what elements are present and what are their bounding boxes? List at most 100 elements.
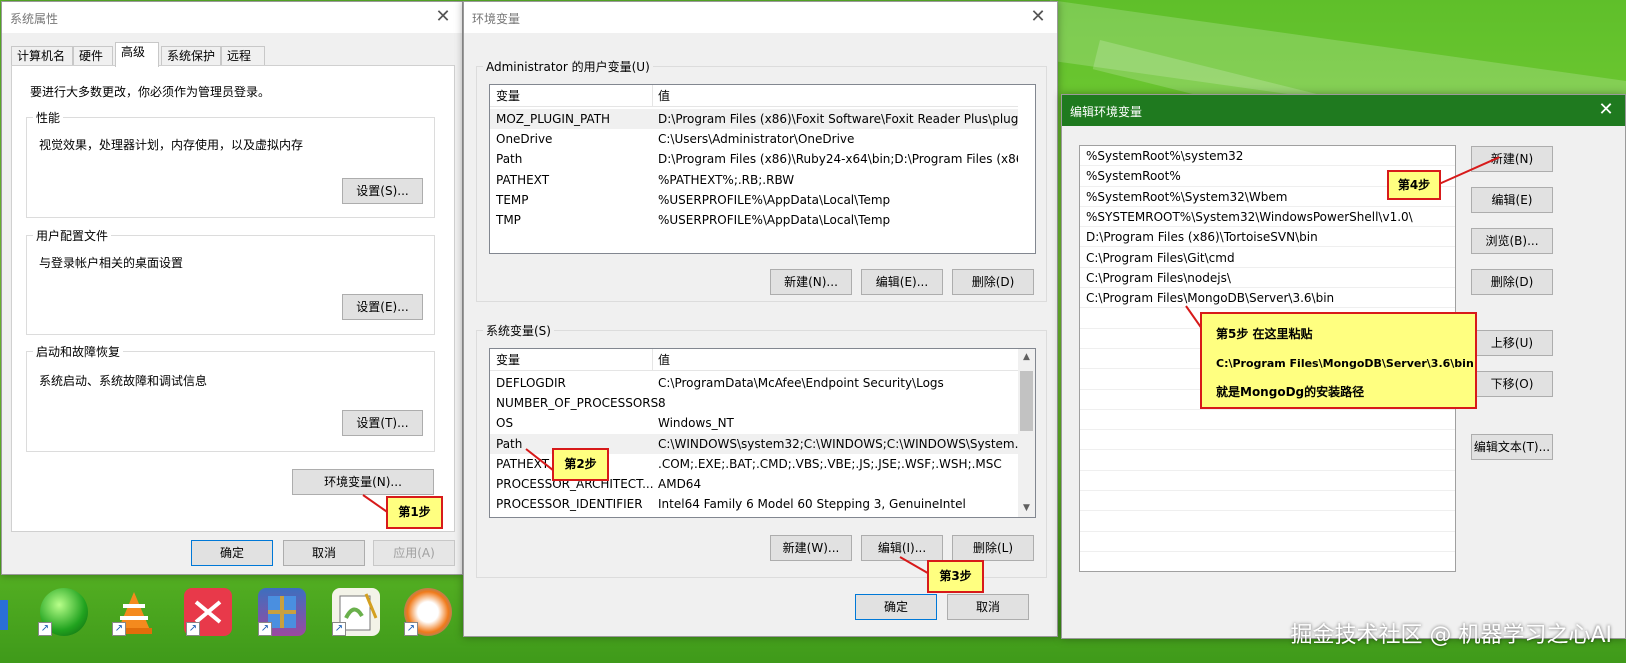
new-entry-button[interactable]: 新建(N) xyxy=(1471,146,1553,172)
table-row[interactable]: DEFLOGDIR C:\ProgramData\McAfee\Endpoint … xyxy=(490,373,1035,393)
move-down-button[interactable]: 下移(O) xyxy=(1471,371,1553,397)
user-new-button[interactable]: 新建(N)... xyxy=(770,269,852,295)
column-value[interactable]: 值 xyxy=(658,349,670,371)
variable-value: %PATHEXT%;.RB;.RBW xyxy=(658,172,795,187)
user-variables-list[interactable]: 变量 值 MOZ_PLUGIN_PATH D:\Program Files (x8… xyxy=(489,84,1036,254)
system-variables-list[interactable]: 变量 值 DEFLOGDIR C:\ProgramData\McAfee\Endp… xyxy=(489,348,1036,518)
table-row[interactable]: NUMBER_OF_PROCESSORS 8 xyxy=(490,393,1035,413)
variable-name: TEMP xyxy=(496,192,529,207)
list-item[interactable] xyxy=(1080,451,1455,471)
performance-group: 性能 视觉效果，处理器计划，内存使用，以及虚拟内存 设置(S)... xyxy=(26,109,435,218)
shortcut-arrow-icon: ↗ xyxy=(38,622,52,636)
edit-text-button[interactable]: 编辑文本(T)... xyxy=(1471,434,1553,460)
table-row[interactable]: PROCESSOR_IDENTIFIER Intel64 Family 6 Mod… xyxy=(490,494,1035,514)
table-row[interactable]: MOZ_PLUGIN_PATH D:\Program Files (x86)\Fo… xyxy=(490,109,1035,129)
step5-line1: 第5步 在这里粘贴 xyxy=(1216,327,1313,341)
variable-value: AMD64 xyxy=(658,477,702,491)
window-title: 编辑环境变量 xyxy=(1070,105,1143,119)
variable-name: PROCESSOR_IDENTIFIER xyxy=(496,497,643,512)
scroll-up-icon[interactable]: ▲ xyxy=(1018,349,1035,366)
table-row[interactable]: Path D:\Program Files (x86)\Ruby24-x64\bi… xyxy=(490,149,1035,169)
user-edit-button[interactable]: 编辑(E)... xyxy=(861,269,943,295)
list-item[interactable] xyxy=(1080,410,1455,431)
delete-entry-button[interactable]: 删除(D) xyxy=(1471,269,1553,295)
ok-button[interactable]: 确定 xyxy=(855,594,937,620)
user-delete-button[interactable]: 删除(D) xyxy=(952,269,1034,295)
variable-name: TMP xyxy=(496,213,521,227)
environment-variables-button[interactable]: 环境变量(N)... xyxy=(292,469,434,495)
variable-value: %USERPROFILE%\AppData\Local\Temp xyxy=(658,192,891,207)
browse-button[interactable]: 浏览(B)... xyxy=(1471,228,1553,254)
group-caption: 用户配置文件 xyxy=(33,227,112,244)
close-icon[interactable]: ✕ xyxy=(1027,6,1049,28)
list-item[interactable] xyxy=(1080,471,1455,492)
table-row[interactable]: OneDrive C:\Users\Administrator\OneDrive xyxy=(490,129,1035,149)
tab-computer-name[interactable]: 计算机名 xyxy=(11,46,73,66)
list-item[interactable] xyxy=(1080,491,1455,512)
variable-value: Windows_NT xyxy=(658,416,734,431)
table-row[interactable]: TMP %USERPROFILE%\AppData\Local\Temp xyxy=(490,210,1035,230)
titlebar: 系统属性 ✕ xyxy=(2,2,462,33)
scroll-down-icon[interactable]: ▼ xyxy=(1018,500,1035,517)
variable-value: D:\Program Files (x86)\Foxit Software\Fo… xyxy=(658,112,1034,126)
cancel-button[interactable]: 取消 xyxy=(283,540,365,566)
list-item[interactable] xyxy=(1080,511,1455,532)
variable-name: NUMBER_OF_PROCESSORS xyxy=(496,396,659,411)
titlebar: 编辑环境变量 ✕ xyxy=(1062,95,1625,126)
system-new-button[interactable]: 新建(W)... xyxy=(770,535,852,561)
vertical-scrollbar[interactable] xyxy=(1018,85,1035,253)
list-item[interactable]: C:\Program Files\nodejs\ xyxy=(1080,268,1455,289)
move-up-button[interactable]: 上移(U) xyxy=(1471,330,1553,356)
shortcut-arrow-icon: ↗ xyxy=(186,622,200,636)
list-item[interactable]: D:\Program Files (x86)\TortoiseSVN\bin xyxy=(1080,227,1455,248)
variable-value: C:\Users\Administrator\OneDrive xyxy=(658,132,855,147)
list-item[interactable] xyxy=(1080,532,1455,552)
step5-line3: 就是MongoDg的安装路径 xyxy=(1216,385,1365,399)
variable-value: 8 xyxy=(658,396,666,411)
performance-settings-button[interactable]: 设置(S)... xyxy=(342,178,423,204)
list-item[interactable]: C:\Program Files\MongoDB\Server\3.6\bin xyxy=(1080,288,1455,309)
close-icon[interactable]: ✕ xyxy=(432,6,454,28)
variable-value: C:\WINDOWS\system32;C:\WINDOWS;C:\WINDOW… xyxy=(658,436,1027,451)
window-title: 系统属性 xyxy=(10,12,59,26)
step5-callout: 第5步 在这里粘贴 C:\Program Files\MongoDB\Serve… xyxy=(1200,312,1477,409)
table-row[interactable]: PATHEXT %PATHEXT%;.RB;.RBW xyxy=(490,170,1035,190)
tab-hardware[interactable]: 硬件 xyxy=(73,46,113,66)
column-variable[interactable]: 变量 xyxy=(496,349,520,371)
column-value[interactable]: 值 xyxy=(658,85,670,107)
apply-button[interactable]: 应用(A) xyxy=(373,540,455,566)
startup-settings-button[interactable]: 设置(T)... xyxy=(342,410,423,436)
close-icon[interactable]: ✕ xyxy=(1595,99,1617,121)
ok-button[interactable]: 确定 xyxy=(191,540,273,566)
list-item[interactable]: %SystemRoot%\system32 xyxy=(1080,146,1455,167)
user-variables-group: Administrator 的用户变量(U) 变量 值 MOZ_PLUGIN_P… xyxy=(476,58,1047,302)
table-row[interactable]: TEMP %USERPROFILE%\AppData\Local\Temp xyxy=(490,190,1035,210)
edit-entry-button[interactable]: 编辑(E) xyxy=(1471,187,1553,213)
list-item[interactable]: C:\Program Files\Git\cmd xyxy=(1080,248,1455,268)
variable-value: %USERPROFILE%\AppData\Local\Temp xyxy=(658,213,891,227)
system-delete-button[interactable]: 删除(L) xyxy=(952,535,1034,561)
column-variable[interactable]: 变量 xyxy=(496,85,520,107)
vertical-scrollbar[interactable]: ▲ ▼ xyxy=(1018,349,1035,517)
table-row[interactable]: OS Windows_NT xyxy=(490,413,1035,433)
variable-name: PATHEXT xyxy=(496,172,550,187)
group-caption: 系统变量(S) xyxy=(483,322,554,339)
tab-advanced[interactable]: 高级 xyxy=(115,42,159,67)
profile-settings-button[interactable]: 设置(E)... xyxy=(342,294,423,320)
cancel-button[interactable]: 取消 xyxy=(947,594,1029,620)
step5-line2: C:\Program Files\MongoDB\Server\3.6\bin xyxy=(1216,357,1474,370)
variable-name: Path xyxy=(496,152,523,167)
step1-callout: 第1步 xyxy=(386,496,443,529)
tab-system-protection[interactable]: 系统保护 xyxy=(161,46,221,66)
shortcut-arrow-icon: ↗ xyxy=(112,622,126,636)
desktop-edge-icon xyxy=(0,600,8,630)
tab-remote[interactable]: 远程 xyxy=(221,46,265,66)
scroll-thumb[interactable] xyxy=(1020,371,1033,431)
variable-name: OneDrive xyxy=(496,132,553,147)
list-item[interactable] xyxy=(1080,552,1455,571)
list-item[interactable]: %SYSTEMROOT%\System32\WindowsPowerShell\… xyxy=(1080,207,1455,228)
environment-variables-window: 环境变量 ✕ Administrator 的用户变量(U) 变量 值 MOZ_P… xyxy=(463,1,1058,637)
user-profiles-group: 用户配置文件 与登录帐户相关的桌面设置 设置(E)... xyxy=(26,227,435,335)
list-item[interactable] xyxy=(1080,430,1455,451)
step3-callout: 第3步 xyxy=(927,560,984,593)
